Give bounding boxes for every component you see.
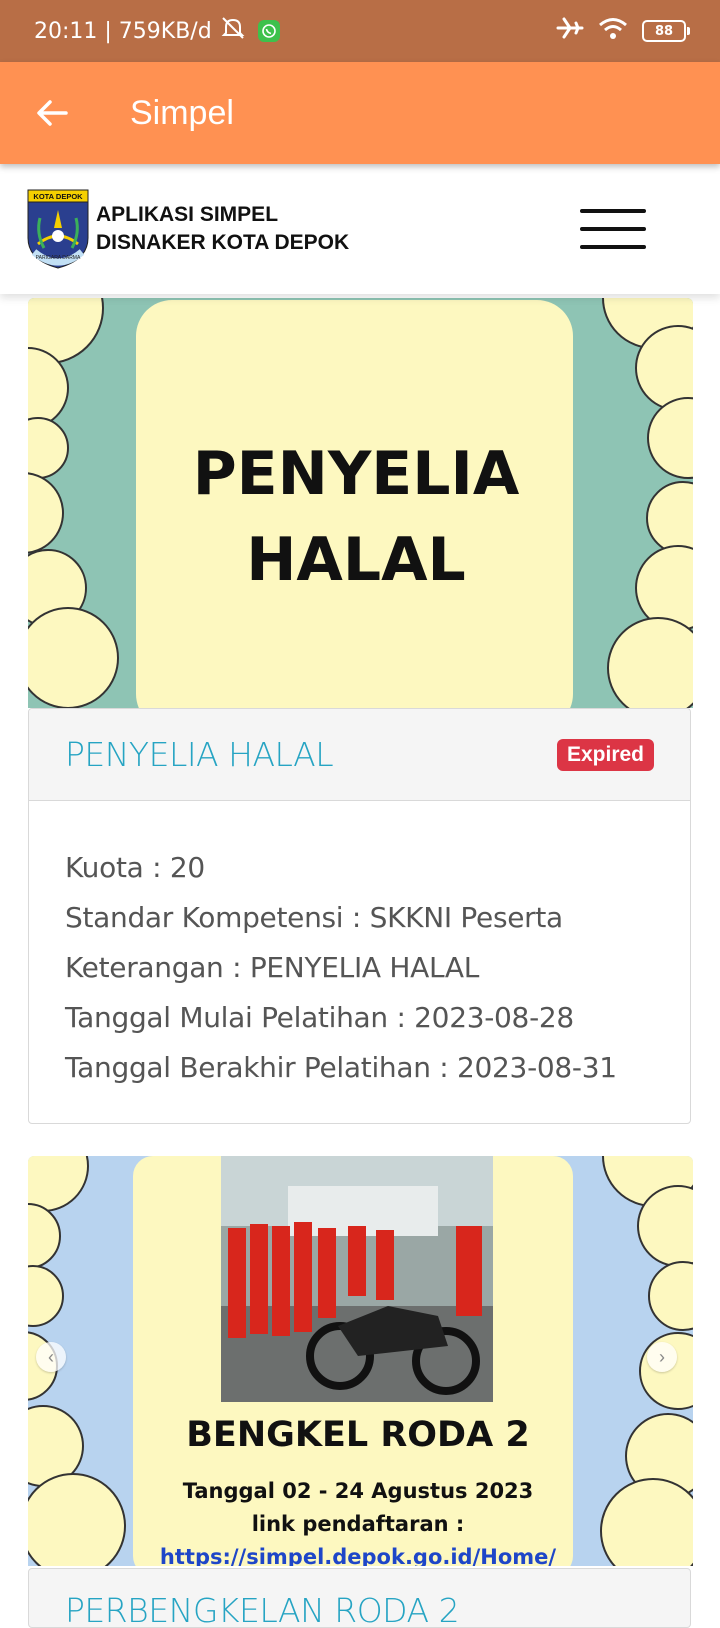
back-arrow-icon[interactable] (30, 91, 74, 135)
carousel-next-icon[interactable]: › (647, 1342, 677, 1372)
site-header: KOTA DEPOK PARIGARA DARMA APLIKASI SIMPE… (0, 164, 720, 294)
status-badge: Expired (556, 738, 654, 771)
svg-text:KOTA DEPOK: KOTA DEPOK (33, 192, 83, 201)
poster-line-2: HALAL (246, 525, 466, 595)
detail-kuota: Kuota : 20 (65, 851, 205, 884)
status-time: 20:11 | 759KB/d (34, 18, 212, 44)
program-card-header: PERBENGKELAN RODA 2 (28, 1568, 691, 1628)
poster-2-date: Tanggal 02 - 24 Agustus 2023 (183, 1479, 534, 1503)
brand-name: APLIKASI SIMPEL DISNAKER KOTA DEPOK (96, 201, 349, 257)
app-title: Simpel (130, 93, 234, 132)
detail-tanggal-berakhir: Tanggal Berakhir Pelatihan : 2023-08-31 (65, 1051, 617, 1084)
program-details: Kuota : 20 Standar Kompetensi : SKKNI Pe… (29, 801, 690, 1093)
brand-line-2: DISNAKER KOTA DEPOK (96, 231, 350, 254)
program-title[interactable]: PENYELIA HALAL (65, 735, 334, 774)
detail-keterangan: Keterangan : PENYELIA HALAL (65, 951, 480, 984)
brand-line-1: APLIKASI SIMPEL (96, 203, 279, 226)
app-bar: Simpel (0, 62, 720, 164)
battery-icon: 88 (642, 20, 690, 42)
program-title[interactable]: PERBENGKELAN RODA 2 (65, 1591, 460, 1627)
program-card: PENYELIA HALAL Expired Kuota : 20 Standa… (28, 708, 691, 1124)
carousel-poster-image[interactable]: BENGKEL RODA 2 Tanggal 02 - 24 Agustus 2… (28, 1156, 693, 1566)
poster-2-link-label: link pendaftaran : (252, 1512, 465, 1536)
svg-text:PARIGARA DARMA: PARIGARA DARMA (36, 255, 81, 261)
program-poster-image[interactable]: PENYELIA HALAL (28, 298, 693, 708)
detail-standar-kompetensi: Standar Kompetensi : SKKNI Peserta (65, 901, 563, 934)
detail-tanggal-mulai: Tanggal Mulai Pelatihan : 2023-08-28 (65, 1001, 574, 1034)
poster-2-link: https://simpel.depok.go.id/Home/ (160, 1545, 556, 1566)
wifi-icon (598, 16, 628, 46)
whatsapp-icon (257, 20, 280, 42)
airplane-icon (556, 16, 584, 46)
hamburger-menu-icon[interactable] (580, 209, 646, 249)
carousel-prev-icon[interactable]: ‹ (36, 1342, 66, 1372)
kota-depok-logo[interactable]: KOTA DEPOK PARIGARA DARMA (26, 188, 90, 270)
poster-line-1: PENYELIA (193, 439, 520, 509)
status-bar: 20:11 | 759KB/d 88 (0, 0, 720, 62)
program-card-header: PENYELIA HALAL Expired (29, 709, 690, 801)
poster-2-title: BENGKEL RODA 2 (186, 1415, 530, 1455)
mute-icon (220, 16, 246, 46)
